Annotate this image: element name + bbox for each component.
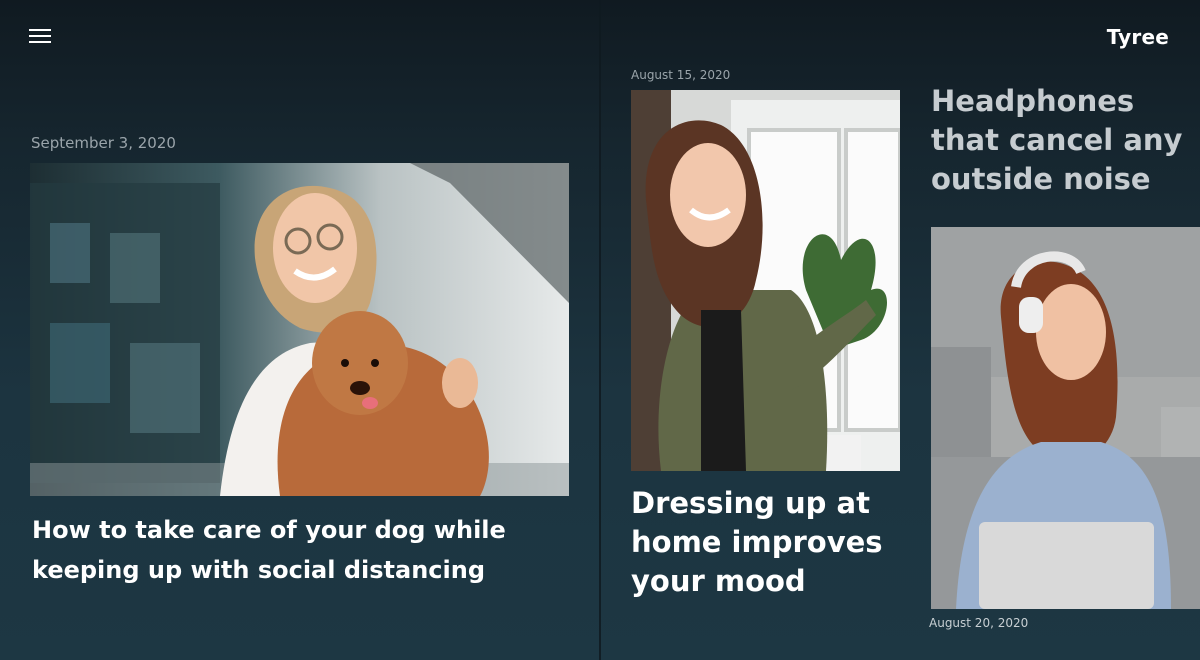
woman-holding-dog-photo[interactable] xyxy=(30,163,569,496)
article-date: August 20, 2020 xyxy=(929,616,1029,630)
woman-with-headphones-photo[interactable] xyxy=(931,227,1200,609)
article-title[interactable]: Headphones that cancel any outside noise xyxy=(931,82,1199,199)
article-date: September 3, 2020 xyxy=(31,134,176,152)
smiling-woman-indoors-photo[interactable] xyxy=(631,90,900,471)
brand-logo[interactable]: Tyree xyxy=(1107,25,1169,49)
article-date: August 15, 2020 xyxy=(631,68,731,82)
hamburger-menu-icon[interactable] xyxy=(28,26,52,48)
article-title[interactable]: How to take care of your dog while keepi… xyxy=(32,510,572,590)
column-divider xyxy=(599,0,601,660)
article-title[interactable]: Dressing up at home improves your mood xyxy=(631,484,901,601)
